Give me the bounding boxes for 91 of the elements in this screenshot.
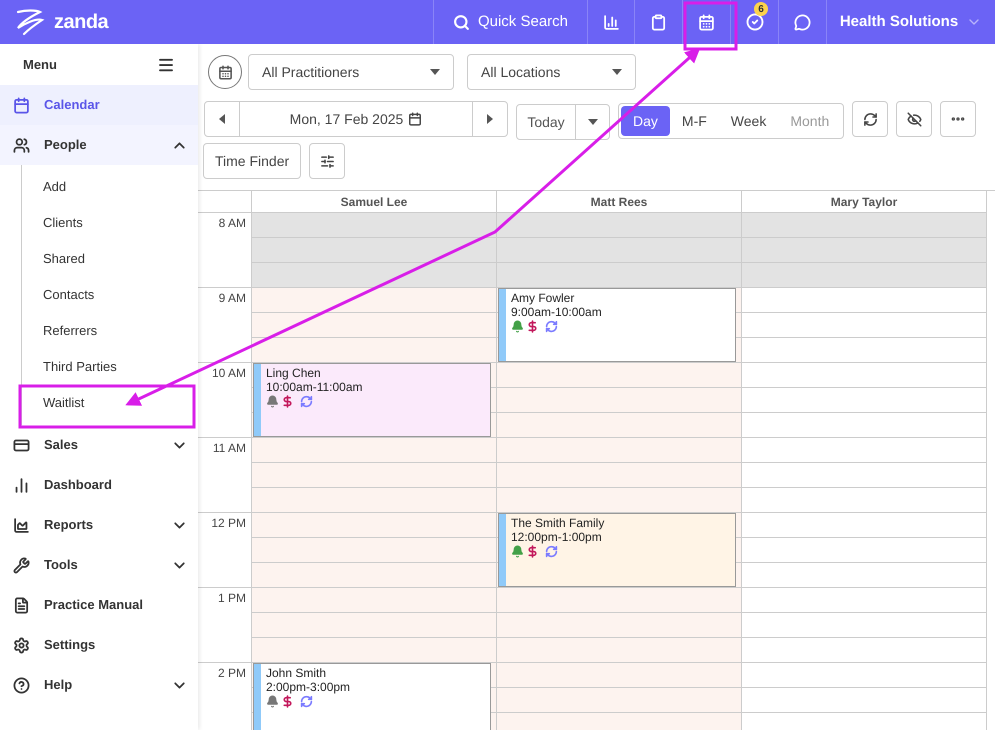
submenu-item[interactable]: Third Parties (22, 349, 198, 385)
client-name: The Smith Family (511, 516, 604, 530)
sidebar-item[interactable]: Sales (0, 425, 198, 465)
help-icon (13, 676, 30, 694)
card-icon (13, 436, 30, 454)
time-label: 11 AM (212, 440, 246, 457)
sliders-icon (320, 154, 335, 168)
submenu-item[interactable]: Clients (22, 205, 198, 241)
repeat-icon (545, 545, 558, 558)
time-label: 8 AM (218, 215, 246, 232)
sidebar-item[interactable]: Settings (0, 625, 198, 665)
sidebar-item[interactable]: Help (0, 665, 198, 705)
submenu-item[interactable]: Add (22, 169, 198, 205)
calendar-icon (218, 64, 232, 80)
column-header: Matt Rees (497, 191, 742, 212)
submenu-item[interactable]: Contacts (22, 277, 198, 313)
refresh-button[interactable] (852, 101, 888, 137)
dollar-icon (281, 395, 294, 408)
document-icon (13, 596, 30, 614)
appointment-time: 2:00pm-3:00pm (266, 680, 350, 694)
caret-icon (588, 119, 598, 125)
dollar-icon (526, 320, 539, 333)
calendar-picker-button[interactable] (208, 55, 242, 89)
time-label: 12 PM (211, 515, 246, 532)
more-button[interactable] (940, 101, 976, 137)
sidebar-item[interactable]: Practice Manual (0, 585, 198, 625)
sidebar-item[interactable]: People (0, 125, 198, 165)
appointment-stripe (499, 289, 506, 361)
sidebar-item[interactable]: Tools (0, 545, 198, 585)
wrench-icon (13, 556, 30, 574)
chat-icon (794, 14, 811, 30)
view-tab[interactable]: Week (718, 106, 778, 136)
hour-slot[interactable] (252, 212, 496, 287)
settings-icon (13, 636, 30, 654)
client-name: John Smith (266, 666, 328, 680)
caret-icon (612, 69, 622, 75)
client-name: Ling Chen (266, 366, 322, 380)
logo-icon (14, 8, 46, 36)
menu-title: Menu (23, 56, 57, 74)
column-header: Samuel Lee (252, 191, 497, 212)
area-chart-icon (13, 516, 30, 534)
sidebar-item[interactable]: Dashboard (0, 465, 198, 505)
search-icon (452, 14, 470, 30)
caret-left-icon (219, 114, 225, 124)
appointment-time: 12:00pm-1:00pm (511, 530, 603, 544)
calendar-icon (698, 14, 715, 30)
hide-button[interactable] (896, 101, 932, 137)
dollar-icon (526, 545, 539, 558)
repeat-icon (300, 395, 313, 408)
repeat-icon (545, 320, 558, 333)
sidebar-item[interactable]: Calendar (0, 85, 198, 125)
practitioners-dropdown[interactable]: All Practitioners (248, 54, 454, 90)
refresh-icon (862, 112, 878, 126)
filters-button[interactable] (309, 143, 346, 179)
appointment-stripe (499, 514, 506, 586)
appointment-stripe (254, 364, 261, 436)
view-tab[interactable]: M-F (670, 106, 719, 136)
clipboard-icon (650, 14, 667, 30)
calendar-icon (13, 96, 30, 114)
appointment-time: 9:00am-10:00am (511, 305, 602, 319)
logo-text: zanda (54, 10, 108, 35)
eye-off-icon (906, 112, 922, 126)
submenu-item[interactable]: Waitlist (22, 385, 198, 421)
time-label: 1 PM (218, 590, 246, 607)
check-circle-icon (746, 13, 764, 31)
time-label: 9 AM (218, 290, 246, 307)
time-label: 2 PM (218, 665, 246, 682)
caret-right-icon (487, 114, 493, 124)
appointment-time: 10:00am-11:00am (266, 380, 363, 394)
locations-dropdown[interactable]: All Locations (467, 54, 636, 90)
caret-icon (430, 69, 440, 75)
calendar-icon (408, 112, 422, 126)
view-tab[interactable]: Day (621, 106, 670, 136)
appointment-stripe (254, 664, 261, 730)
submenu-item[interactable]: Referrers (22, 313, 198, 349)
sidebar-item[interactable]: Reports (0, 505, 198, 545)
time-finder-button[interactable]: Time Finder (203, 143, 302, 179)
highlight-frame (684, 2, 738, 50)
bar-chart-icon (13, 476, 30, 494)
tasks-button[interactable]: 6 (730, 0, 778, 44)
bar-chart-icon (602, 14, 620, 30)
submenu-item[interactable]: Shared (22, 241, 198, 277)
quick-search-button[interactable]: Quick Search (433, 0, 587, 44)
dollar-icon (281, 695, 294, 708)
client-name: Amy Fowler (511, 291, 576, 305)
repeat-icon (300, 695, 313, 708)
time-label: 10 AM (212, 365, 246, 382)
people-icon (13, 136, 30, 154)
account-dropdown[interactable]: Health Solutions (826, 0, 995, 44)
notification-badge: 6 (754, 2, 768, 16)
column-header: Mary Taylor (742, 191, 987, 212)
